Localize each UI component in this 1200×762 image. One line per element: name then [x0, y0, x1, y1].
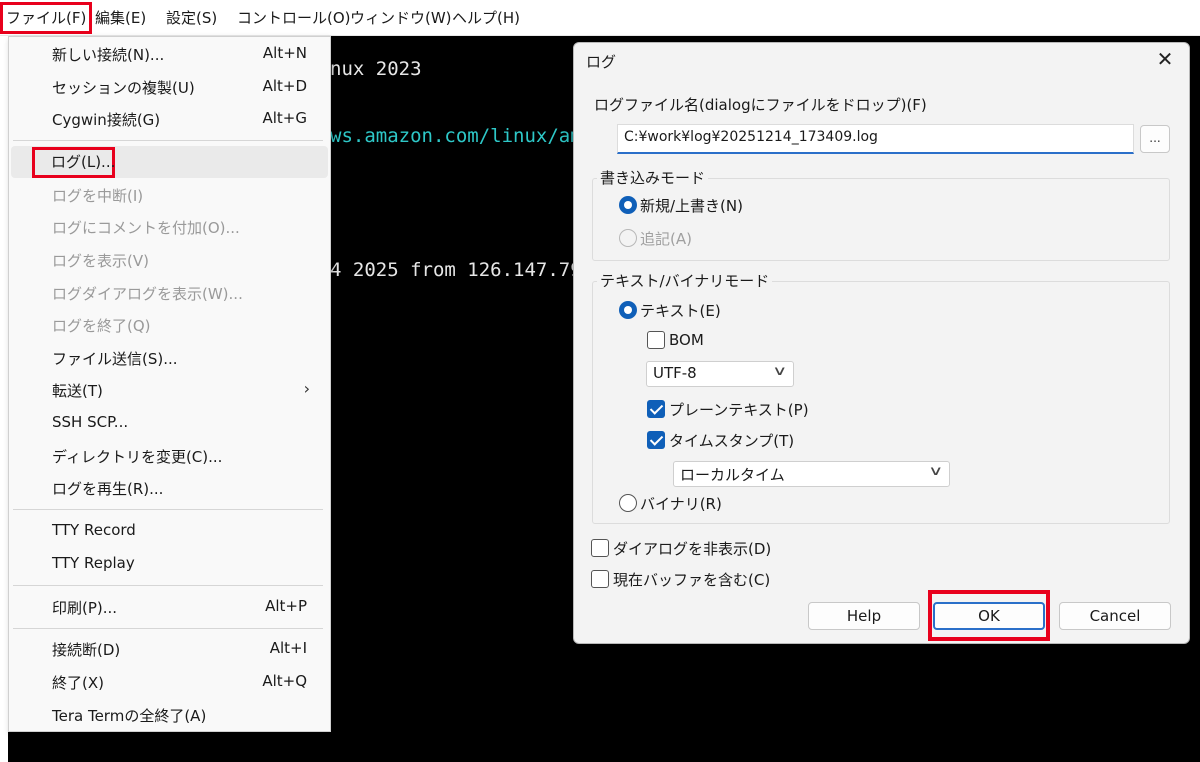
menu-item-ssh-scp[interactable]: SSH SCP...: [11, 408, 328, 440]
menu-item-exit[interactable]: 終了(X) Alt+Q: [11, 667, 328, 699]
text-binary-mode-label: テキスト/バイナリモード: [597, 270, 773, 291]
radio-text-label: テキスト(E): [640, 302, 721, 320]
menu-item-label: 終了(X): [52, 674, 104, 692]
menu-item-shortcut: Alt+N: [262, 44, 307, 62]
menu-item-tty-replay[interactable]: TTY Replay: [11, 549, 328, 581]
menu-item-new-connection[interactable]: 新しい接続(N)... Alt+N: [11, 39, 328, 71]
menu-item-pause-log[interactable]: ログを中断(I): [11, 180, 328, 212]
menu-item-shortcut: Alt+P: [265, 597, 307, 615]
menu-separator: [13, 140, 323, 141]
log-filename-input[interactable]: C:¥work¥log¥20251214_173409.log: [617, 124, 1134, 154]
menu-item-label: ログを終了(Q): [52, 317, 151, 335]
checkbox-include-buffer-label: 現在バッファを含む(C): [613, 571, 771, 589]
menu-item-label: Cygwin接続(G): [52, 111, 161, 129]
menu-item-change-directory[interactable]: ディレクトリを変更(C)...: [11, 441, 328, 473]
radio-binary-label: バイナリ(R): [640, 495, 722, 513]
filename-label: ログファイル名(dialogにファイルをドロップ)(F): [594, 94, 927, 115]
menu-window[interactable]: ウィンドウ(W): [350, 5, 452, 31]
checkbox-timestamp[interactable]: [647, 431, 665, 449]
menu-separator: [13, 509, 323, 510]
menu-item-label: 印刷(P)...: [52, 599, 118, 617]
checkbox-timestamp-label: タイムスタンプ(T): [669, 432, 795, 450]
menu-item-label: 新しい接続(N)...: [52, 46, 165, 64]
menu-item-label: ファイル送信(S)...: [52, 350, 178, 368]
menu-item-label: ディレクトリを変更(C)...: [52, 448, 223, 466]
write-mode-label: 書き込みモード: [597, 167, 709, 188]
menu-item-label: TTY Replay: [52, 554, 135, 572]
menu-edit[interactable]: 編集(E): [95, 5, 146, 31]
menu-item-label: ログを表示(V): [52, 252, 149, 270]
menu-control[interactable]: コントロール(O): [237, 5, 351, 31]
radio-append[interactable]: [619, 229, 637, 247]
menu-settings[interactable]: 設定(S): [166, 5, 217, 31]
radio-new-overwrite-label: 新規/上書き(N): [640, 197, 743, 215]
checkbox-bom-label: BOM: [669, 331, 704, 349]
menu-item-shortcut: Alt+D: [262, 77, 307, 95]
menu-item-label: SSH SCP...: [52, 413, 129, 431]
encoding-select[interactable]: UTF-8 ∨: [646, 361, 794, 387]
radio-binary[interactable]: [619, 494, 637, 512]
help-button[interactable]: Help: [808, 602, 920, 630]
menu-item-label: ログにコメントを付加(O)...: [52, 219, 240, 237]
menu-item-log[interactable]: ログ(L)...: [11, 146, 328, 178]
radio-text[interactable]: [619, 301, 637, 319]
menu-item-show-log-dialog[interactable]: ログダイアログを表示(W)...: [11, 278, 328, 310]
cancel-button[interactable]: Cancel: [1059, 602, 1171, 630]
menu-item-cygwin[interactable]: Cygwin接続(G) Alt+G: [11, 104, 328, 136]
menu-item-label: セッションの複製(U): [52, 79, 195, 97]
menu-item-comment-log[interactable]: ログにコメントを付加(O)...: [11, 212, 328, 244]
log-dialog: ログ ✕ ログファイル名(dialogにファイルをドロップ)(F) C:¥wor…: [573, 42, 1190, 644]
terminal-line-link: ws.amazon.com/linux/am: [330, 125, 582, 147]
filename-label-text: ログファイル名(dialogにファイルをドロップ): [594, 96, 907, 114]
checkbox-include-buffer[interactable]: [591, 570, 609, 588]
checkbox-bom[interactable]: [647, 331, 665, 349]
checkbox-hide-dialog[interactable]: [591, 539, 609, 557]
radio-append-label: 追記(A): [640, 230, 692, 248]
menu-bar: ファイル(F) 編集(E) 設定(S) コントロール(O) ウィンドウ(W) ヘ…: [0, 0, 1200, 36]
menu-item-label: TTY Record: [52, 521, 136, 539]
menu-item-disconnect[interactable]: 接続断(D) Alt+I: [11, 634, 328, 666]
menu-item-replay-log[interactable]: ログを再生(R)...: [11, 473, 328, 505]
dialog-title: ログ: [586, 53, 617, 71]
menu-file[interactable]: ファイル(F): [0, 2, 93, 34]
menu-item-print[interactable]: 印刷(P)... Alt+P: [11, 592, 328, 624]
chevron-down-icon: ∨: [928, 464, 944, 479]
menu-item-transfer[interactable]: 転送(T) ›: [11, 375, 328, 407]
chevron-down-icon: ∨: [772, 364, 788, 379]
menu-item-show-log[interactable]: ログを表示(V): [11, 245, 328, 277]
menu-help[interactable]: ヘルプ(H): [452, 5, 520, 31]
menu-item-label: Tera Termの全終了(A): [52, 707, 207, 725]
timestamp-type-select-value: ローカルタイム: [680, 466, 785, 484]
menu-item-tty-record[interactable]: TTY Record: [11, 516, 328, 548]
menu-item-duplicate-session[interactable]: セッションの複製(U) Alt+D: [11, 72, 328, 104]
checkbox-plain-text[interactable]: [647, 400, 665, 418]
menu-item-label: ログダイアログを表示(W)...: [52, 285, 243, 303]
checkbox-hide-dialog-label: ダイアログを非表示(D): [613, 540, 772, 558]
menu-item-exit-all[interactable]: Tera Termの全終了(A): [11, 700, 328, 732]
encoding-select-value: UTF-8: [653, 364, 697, 382]
menu-item-shortcut: Alt+I: [269, 639, 307, 657]
radio-new-overwrite[interactable]: [619, 196, 637, 214]
terminal-line: nux 2023: [330, 58, 422, 80]
highlight-box: [928, 590, 1050, 641]
menu-item-shortcut: Alt+G: [262, 109, 307, 127]
menu-item-label: 転送(T): [52, 382, 103, 400]
file-menu-dropdown: 新しい接続(N)... Alt+N セッションの複製(U) Alt+D Cygw…: [8, 36, 331, 732]
browse-button[interactable]: ...: [1140, 125, 1170, 153]
menu-item-label: 接続断(D): [52, 641, 121, 659]
menu-separator: [13, 585, 323, 586]
filename-label-key: (F): [906, 96, 927, 114]
chevron-right-icon: ›: [303, 379, 310, 398]
timestamp-type-select[interactable]: ローカルタイム ∨: [673, 461, 950, 487]
menu-item-label: ログを中断(I): [52, 187, 144, 205]
terminal-line: 4 2025 from 126.147.79: [330, 259, 582, 281]
menu-item-send-file[interactable]: ファイル送信(S)...: [11, 343, 328, 375]
checkbox-plain-text-label: プレーンテキスト(P): [669, 401, 809, 419]
menu-item-stop-log[interactable]: ログを終了(Q): [11, 310, 328, 342]
close-icon[interactable]: ✕: [1153, 47, 1177, 71]
menu-item-label: ログを再生(R)...: [52, 480, 164, 498]
menu-item-shortcut: Alt+Q: [262, 672, 307, 690]
menu-separator: [13, 628, 323, 629]
menu-item-label: ログ(L)...: [51, 153, 116, 171]
